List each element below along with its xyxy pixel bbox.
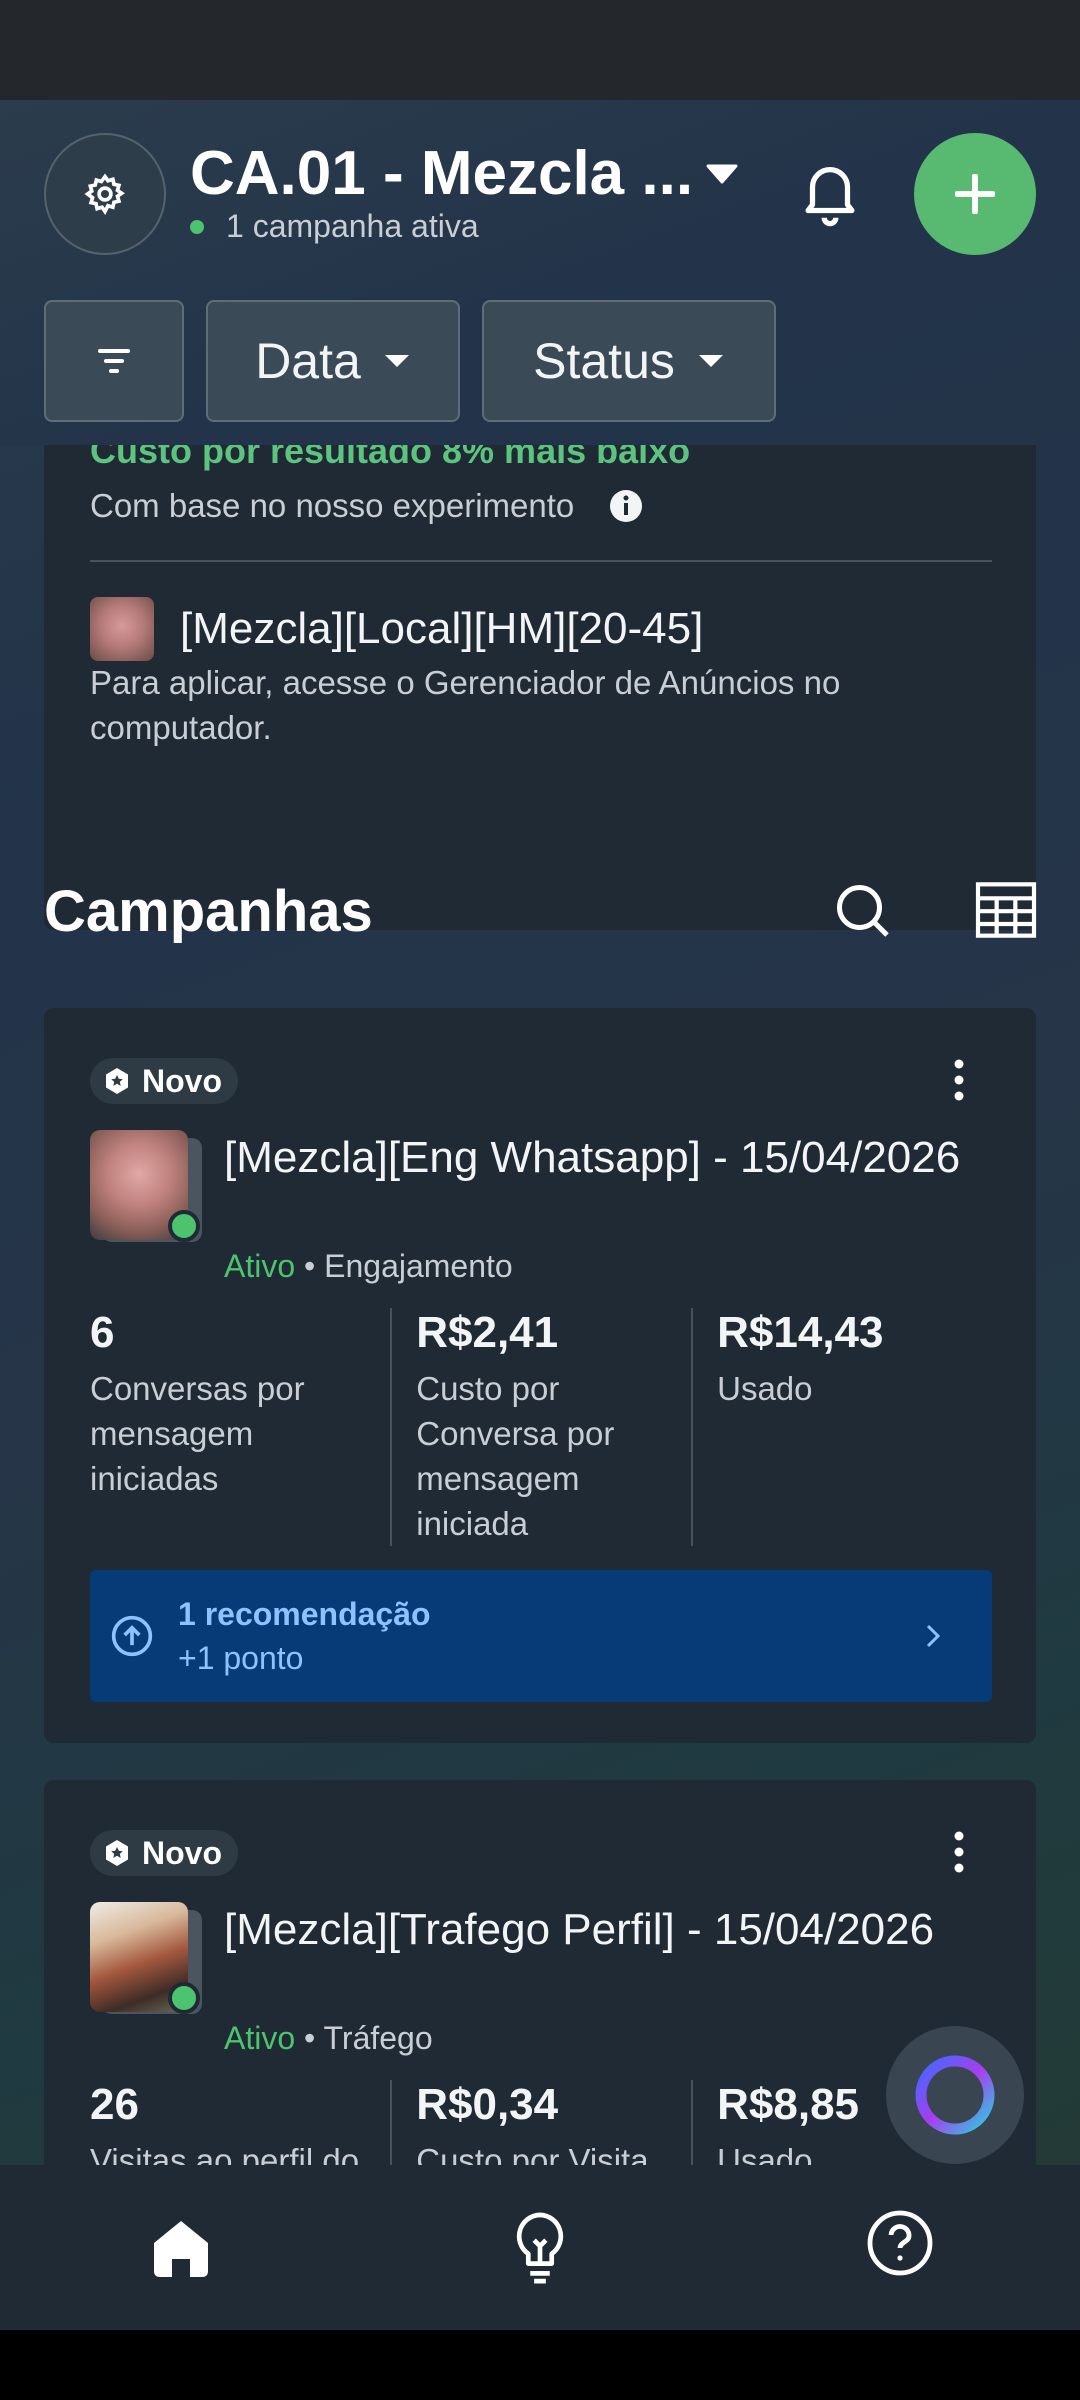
- gear-icon: [84, 173, 125, 215]
- date-filter-dropdown[interactable]: Data: [206, 300, 460, 422]
- chevron-down-icon[interactable]: [704, 162, 740, 186]
- metric-label: Conversas por mensagem iniciadas: [90, 1370, 305, 1497]
- bell-icon[interactable]: [795, 158, 865, 228]
- divider: [90, 560, 992, 562]
- chevron-down-icon: [698, 355, 723, 367]
- metric-value: R$0,34: [416, 2080, 559, 2129]
- recommendation-title: 1 recomendação: [178, 1596, 431, 1632]
- metric: R$0,34 Custo por Visita ao perfil do: [390, 2080, 691, 2165]
- header: CA.01 - Mezcla ... 1 campanha ativa Data…: [0, 100, 1080, 445]
- metrics-row: 26 Visitas ao perfil do Instagram R$0,34…: [90, 2080, 992, 2165]
- chevron-down-icon: [384, 355, 409, 367]
- new-badge: Novo: [90, 1830, 238, 1876]
- objective-text: Tráfego: [323, 2020, 433, 2056]
- account-title[interactable]: CA.01 - Mezcla ...: [190, 138, 693, 209]
- active-campaigns-subtitle: 1 campanha ativa: [190, 208, 479, 245]
- metric: R$14,43 Usado: [691, 1308, 992, 1546]
- recommendation-subtitle: +1 ponto: [178, 1640, 304, 1676]
- metric: 6 Conversas por mensagem iniciadas: [90, 1308, 390, 1546]
- metric-value: 6: [90, 1308, 115, 1357]
- table-icon[interactable]: [975, 882, 1037, 938]
- badge-icon: [106, 1840, 128, 1866]
- add-button[interactable]: [914, 133, 1036, 255]
- campaign-status: Ativo • Engajamento: [224, 1248, 513, 1284]
- metric-label: Usado: [717, 1370, 813, 1407]
- active-status-dot: [168, 1210, 200, 1242]
- campaign-name[interactable]: [Mezcla][Trafego Perfil] - 15/04/2026: [224, 1902, 984, 1957]
- campaign-status: Ativo • Tráfego: [224, 2020, 433, 2056]
- active-dot: [190, 219, 204, 234]
- bottom-navigation: [0, 2165, 1080, 2330]
- adset-row: [Mezcla][Local][HM][20-45]: [90, 597, 703, 661]
- metric: R$2,41 Custo por Conversa por mensagem i…: [390, 1308, 691, 1546]
- campaign-thumbnail: [90, 1902, 202, 2014]
- experiment-basis: Com base no nosso experimento: [90, 487, 644, 525]
- metric-label: Custo por Visita ao perfil do: [416, 2142, 649, 2165]
- help-icon[interactable]: [866, 2209, 934, 2277]
- metrics-row: 6 Conversas por mensagem iniciadas R$2,4…: [90, 1308, 992, 1546]
- main-content: Custo por resultado 8% mais baixo Com ba…: [0, 100, 1080, 2165]
- status-filter-label: Status: [533, 333, 675, 389]
- filter-button[interactable]: [44, 300, 184, 422]
- adset-thumbnail: [90, 597, 154, 661]
- plus-icon: [955, 174, 995, 214]
- badge-icon: [106, 1068, 128, 1094]
- metric-label: Custo por Conversa por mensagem iniciada: [416, 1370, 615, 1542]
- campaign-name[interactable]: [Mezcla][Eng Whatsapp] - 15/04/2026: [224, 1130, 984, 1185]
- campaign-card[interactable]: Novo [Mezcla][Eng Whatsapp] - 15/04/2026…: [44, 1008, 1036, 1743]
- metric-label: Visitas ao perfil do Instagram: [90, 2142, 360, 2165]
- objective-text: Engajamento: [324, 1248, 513, 1284]
- metric-value: R$2,41: [416, 1308, 559, 1357]
- filter-bar: Data Status: [44, 300, 776, 422]
- experiment-basis-text: Com base no nosso experimento: [90, 487, 575, 524]
- section-title: Campanhas: [44, 879, 373, 944]
- badge-label: Novo: [142, 1834, 222, 1871]
- more-options-icon[interactable]: [944, 1050, 974, 1110]
- lightbulb-icon[interactable]: [510, 2209, 570, 2287]
- apply-note: Para aplicar, acesse o Gerenciador de An…: [90, 664, 841, 746]
- chevron-right-icon: [926, 1624, 941, 1648]
- active-campaigns-text: 1 campanha ativa: [226, 208, 479, 244]
- status-filter-dropdown[interactable]: Status: [482, 300, 776, 422]
- filter-icon: [98, 349, 130, 373]
- info-icon[interactable]: [608, 488, 644, 524]
- status-text: Ativo: [224, 2020, 296, 2056]
- search-icon[interactable]: [832, 880, 892, 940]
- campaign-thumbnail: [90, 1130, 202, 1242]
- new-badge: Novo: [90, 1058, 238, 1104]
- home-icon[interactable]: [148, 2215, 214, 2281]
- meta-ai-button[interactable]: [886, 2026, 1024, 2164]
- recommendation-banner[interactable]: 1 recomendação +1 ponto: [90, 1570, 992, 1702]
- status-bar: [0, 0, 1080, 100]
- adset-name: [Mezcla][Local][HM][20-45]: [180, 604, 704, 653]
- recommendation-arrow-up-icon: [111, 1615, 153, 1657]
- system-navigation-bar: [0, 2330, 1080, 2400]
- metric-value: R$14,43: [717, 1308, 884, 1357]
- metric: 26 Visitas ao perfil do Instagram: [90, 2080, 390, 2165]
- badge-label: Novo: [142, 1062, 222, 1099]
- active-status-dot: [168, 1982, 200, 2014]
- more-options-icon[interactable]: [944, 1822, 974, 1882]
- metric-value: 26: [90, 2080, 139, 2129]
- date-filter-label: Data: [255, 333, 361, 389]
- meta-ai-icon: [915, 2055, 995, 2135]
- settings-button[interactable]: [44, 133, 166, 255]
- status-text: Ativo: [224, 1248, 296, 1284]
